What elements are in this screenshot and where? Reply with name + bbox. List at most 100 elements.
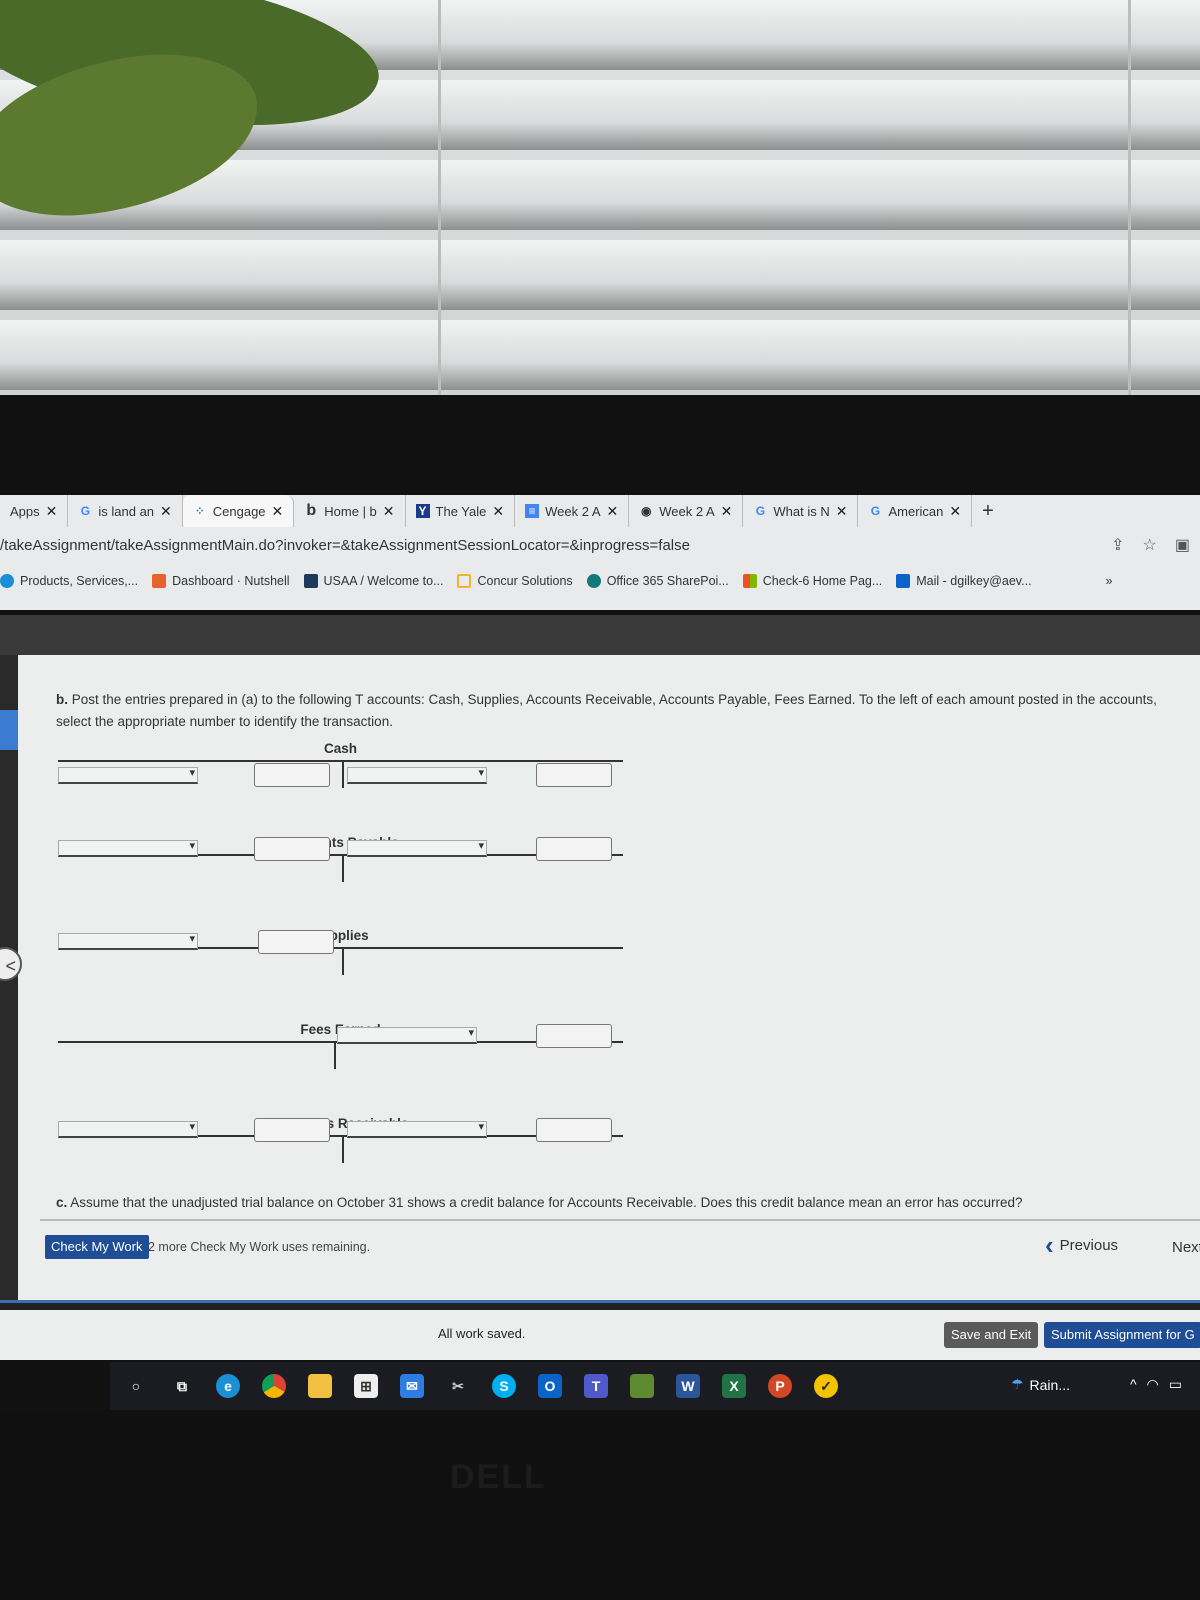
next-button[interactable]: Next <box>1172 1239 1200 1256</box>
previous-button[interactable]: ‹ Previous <box>1045 1230 1118 1260</box>
share-icon[interactable]: ⇪ <box>1111 535 1124 555</box>
check-my-work-button[interactable]: Check My Work <box>45 1235 149 1259</box>
close-icon[interactable]: ✕ <box>949 503 961 520</box>
bing-icon: b <box>306 502 317 519</box>
skype-icon[interactable]: S <box>492 1374 516 1398</box>
tab-week2-docs[interactable]: ≡ Week 2 A ✕ <box>515 495 630 527</box>
tab-bing[interactable]: b Home | b ✕ <box>294 495 406 527</box>
url-text[interactable]: /takeAssignment/takeAssignmentMain.do?in… <box>0 537 690 554</box>
credit-amount-input[interactable] <box>536 1118 612 1142</box>
debit-transaction-select[interactable] <box>58 839 198 857</box>
edge-icon[interactable]: e <box>216 1374 240 1398</box>
credit-amount-input[interactable] <box>536 763 612 787</box>
close-icon[interactable]: ✕ <box>492 503 504 520</box>
chevron-left-icon: < <box>5 956 16 976</box>
word-icon[interactable]: W <box>676 1374 700 1398</box>
norton-icon[interactable]: ✓ <box>814 1374 838 1398</box>
chevron-left-icon: ‹ <box>1045 1230 1054 1260</box>
close-icon[interactable]: ✕ <box>160 503 172 520</box>
snip-icon[interactable]: ✂ <box>446 1374 470 1398</box>
t-account-supplies: Supplies <box>58 928 623 975</box>
collapse-nav-button[interactable]: < <box>0 947 22 981</box>
debit-transaction-select[interactable] <box>58 932 198 950</box>
close-icon[interactable]: ✕ <box>836 503 848 520</box>
assignment-page: < b. Post the entries prepared in (a) to… <box>0 655 1200 1305</box>
powerpoint-icon[interactable]: P <box>768 1374 792 1398</box>
yale-shield-icon: Y <box>415 504 430 518</box>
star-icon[interactable]: ☆ <box>1143 535 1157 555</box>
excel-icon[interactable]: X <box>722 1374 746 1398</box>
tab-google-2[interactable]: G What is N ✕ <box>743 495 859 527</box>
debit-amount-input[interactable] <box>254 1118 330 1142</box>
new-tab-button[interactable]: + <box>972 495 1004 527</box>
wifi-icon[interactable]: ◠ <box>1147 1376 1159 1393</box>
t-account-title: Cash <box>323 741 357 756</box>
close-icon[interactable]: ✕ <box>383 503 395 520</box>
file-explorer-icon[interactable] <box>308 1374 332 1398</box>
debit-transaction-select[interactable] <box>58 766 198 784</box>
close-icon[interactable]: ✕ <box>272 503 284 520</box>
submit-assignment-button[interactable]: Submit Assignment for G <box>1044 1322 1200 1348</box>
tab-week2-web[interactable]: ◉ Week 2 A ✕ <box>629 495 744 527</box>
assignment-footer: All work saved. Save and Exit Submit Ass… <box>0 1310 1200 1360</box>
t-account-fees-earned: Fees Earned <box>58 1022 623 1069</box>
salesforce-icon <box>0 574 14 588</box>
save-status: All work saved. <box>438 1326 526 1341</box>
bookmark-item[interactable]: Products, Services,... <box>0 574 138 588</box>
bookmark-item[interactable]: Mail - dgilkey@aev... <box>896 574 1032 588</box>
credit-transaction-select[interactable] <box>347 839 487 857</box>
tab-cengage[interactable]: ⁘ Cengage ✕ <box>182 495 295 527</box>
address-bar[interactable]: /takeAssignment/takeAssignmentMain.do?in… <box>0 531 1200 559</box>
t-account-cash: Cash <box>58 741 623 788</box>
battery-icon[interactable]: ▭ <box>1169 1376 1182 1393</box>
tab-google-3[interactable]: G American ✕ <box>858 495 973 527</box>
bookmark-item[interactable]: Concur Solutions <box>457 574 573 588</box>
page-header-bar <box>0 615 1200 655</box>
bookmark-item[interactable]: Check-6 Home Pag... <box>742 574 882 588</box>
debit-amount-input[interactable] <box>254 763 330 787</box>
search-icon[interactable]: ○ <box>124 1374 148 1398</box>
usaa-icon <box>303 574 318 588</box>
store-icon[interactable]: ⊞ <box>354 1374 378 1398</box>
monitor-bezel-top <box>0 395 1200 495</box>
outlook-icon[interactable]: O <box>538 1374 562 1398</box>
monitor-bezel-bottom: DELL <box>0 1410 1200 1600</box>
task-view-icon[interactable]: ⧉ <box>170 1374 194 1398</box>
debit-amount-input[interactable] <box>258 930 334 954</box>
sharepoint-icon <box>586 574 601 588</box>
save-and-exit-button[interactable]: Save and Exit <box>944 1322 1039 1348</box>
part-c-question: c. Assume that the unadjusted trial bala… <box>56 1195 1023 1210</box>
credit-amount-input[interactable] <box>536 1024 612 1048</box>
credit-transaction-select[interactable] <box>347 1120 487 1138</box>
close-icon[interactable]: ✕ <box>721 503 733 520</box>
bookmark-item[interactable]: Dashboard · Nutshell <box>152 574 290 588</box>
bookmark-item[interactable]: Office 365 SharePoi... <box>586 574 729 588</box>
outlook-icon <box>896 574 911 588</box>
bookmark-item[interactable]: USAA / Welcome to... <box>303 574 443 588</box>
bookmarks-bar: Products, Services,... Dashboard · Nutsh… <box>0 567 1200 595</box>
t-account-accounts-payable: Accounts Payable <box>58 835 623 882</box>
weather-widget[interactable]: ☂ Rain... <box>1011 1376 1070 1393</box>
dell-logo: DELL <box>450 1458 547 1496</box>
close-icon[interactable]: ✕ <box>46 503 58 520</box>
tab-apps[interactable]: Apps ✕ <box>0 495 69 527</box>
tab-google-1[interactable]: Gis land an ✕ <box>68 495 183 527</box>
credit-transaction-select[interactable] <box>347 766 487 784</box>
more-bookmarks-button[interactable]: » <box>1106 574 1113 588</box>
tray-chevron-up-icon[interactable]: ^ <box>1130 1376 1137 1393</box>
microsoft-icon <box>742 574 757 588</box>
extension-icon[interactable]: ▣ <box>1175 535 1190 555</box>
t-account-accounts-receivable: Accounts Receivable <box>58 1116 623 1163</box>
credit-transaction-select[interactable] <box>337 1026 477 1044</box>
debit-amount-input[interactable] <box>254 837 330 861</box>
chrome-icon[interactable] <box>262 1374 286 1398</box>
debit-transaction-select[interactable] <box>58 1120 198 1138</box>
credit-amount-input[interactable] <box>536 837 612 861</box>
tab-yale[interactable]: Y The Yale ✕ <box>406 495 516 527</box>
browser-chrome: Apps ✕ Gis land an ✕ ⁘ Cengage ✕ b Home | b ✕ … <box>0 495 1200 610</box>
system-tray: ^ ◠ ▭ <box>1130 1376 1182 1393</box>
mail-icon[interactable]: ✉ <box>400 1374 424 1398</box>
teams-icon[interactable]: T <box>584 1374 608 1398</box>
minecraft-icon[interactable] <box>630 1374 654 1398</box>
close-icon[interactable]: ✕ <box>607 503 619 520</box>
